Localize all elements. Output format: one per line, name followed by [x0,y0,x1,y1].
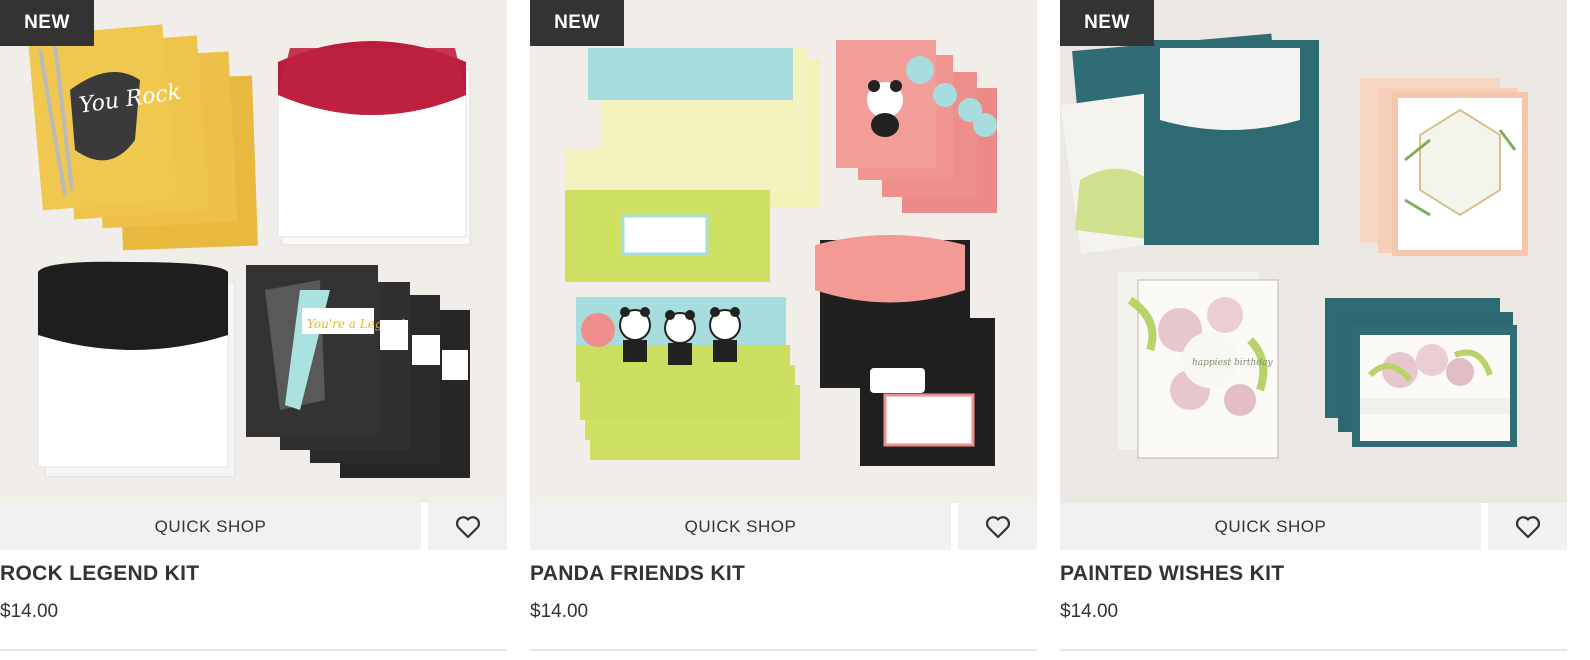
heart-icon [455,515,480,538]
product-image-panda-friends[interactable]: NEW [530,0,1037,503]
birthday-card-text: happiest birthday [1192,358,1273,368]
product-title[interactable]: PANDA FRIENDS KIT [530,562,745,586]
card-actions: QUICK SHOP [530,503,1037,550]
product-price: $14.00 [1060,601,1119,622]
wishlist-button[interactable] [958,503,1037,550]
product-grid: NEW You Rock You're a Legend QUICK SHOP … [0,0,1590,660]
card-actions: QUICK SHOP [1060,503,1567,550]
heart-icon [985,515,1010,538]
wishlist-button[interactable] [428,503,507,550]
quick-shop-button[interactable]: QUICK SHOP [530,503,951,550]
product-title[interactable]: PAINTED WISHES KIT [1060,562,1284,586]
heart-icon [1515,515,1540,538]
product-image-rock-legend[interactable]: NEW You Rock You're a Legend [0,0,507,503]
product-image-painted-wishes[interactable]: NEW happiest birthday [1060,0,1567,503]
quick-shop-button[interactable]: QUICK SHOP [1060,503,1481,550]
painted-wishes-kit-photo: happiest birthday [1060,33,1528,459]
new-badge: NEW [0,0,94,46]
new-badge: NEW [530,0,624,46]
divider [0,649,507,651]
card-actions: QUICK SHOP [0,503,507,550]
product-price: $14.00 [530,601,589,622]
rock-legend-kit-photo: You Rock You're a Legend [27,24,471,478]
product-price: $14.00 [0,601,59,622]
panda-friends-kit-photo [565,40,997,466]
product-card-rock-legend: NEW You Rock You're a Legend QUICK SHOP … [0,0,507,660]
product-card-panda-friends: NEW QUICK SHOP PANDA FRIENDS KIT $14.00 [530,0,1037,660]
divider [1060,649,1567,651]
divider [530,649,1037,651]
product-title[interactable]: ROCK LEGEND KIT [0,562,199,586]
new-badge: NEW [1060,0,1154,46]
product-card-painted-wishes: NEW happiest birthday QUICK SHOP PAINTED… [1060,0,1567,660]
quick-shop-button[interactable]: QUICK SHOP [0,503,421,550]
wishlist-button[interactable] [1488,503,1567,550]
